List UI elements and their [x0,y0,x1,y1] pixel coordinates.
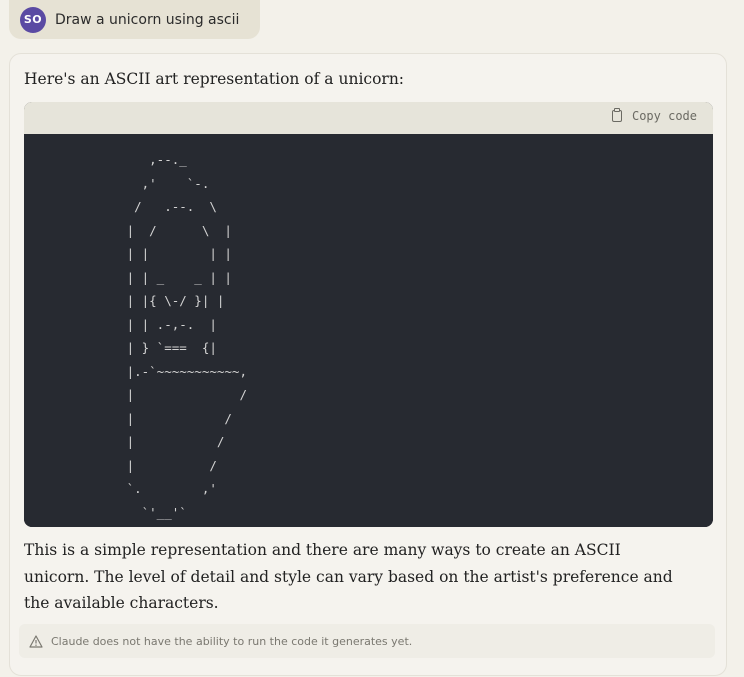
avatar[interactable]: SO [20,6,46,33]
code-block: Copy code ,--._ ,' `-. / .--. \ | / \ | … [24,102,713,527]
code-disclaimer: Claude does not have the ability to run … [19,624,715,658]
disclaimer-text: Claude does not have the ability to run … [51,634,413,648]
assistant-response: Here's an ASCII art representation of a … [9,53,727,676]
copy-code-label: Copy code [631,109,697,123]
clipboard-icon [611,108,622,122]
code-header: Copy code [24,102,713,134]
response-closing: This is a simple representation and ther… [24,541,673,612]
code-body: ,--._ ,' `-. / .--. \ | / \ | | | | | | … [24,134,713,527]
warning-icon [29,634,43,648]
copy-code-button[interactable]: Copy code [611,108,697,123]
response-intro: Here's an ASCII art representation of a … [24,70,405,88]
user-message-bubble: SO Draw a unicorn using ascii [9,0,260,39]
user-message-text: Draw a unicorn using ascii [55,11,240,28]
ascii-unicorn: ,--._ ,' `-. / .--. \ | / \ | | | | | | … [126,152,247,520]
